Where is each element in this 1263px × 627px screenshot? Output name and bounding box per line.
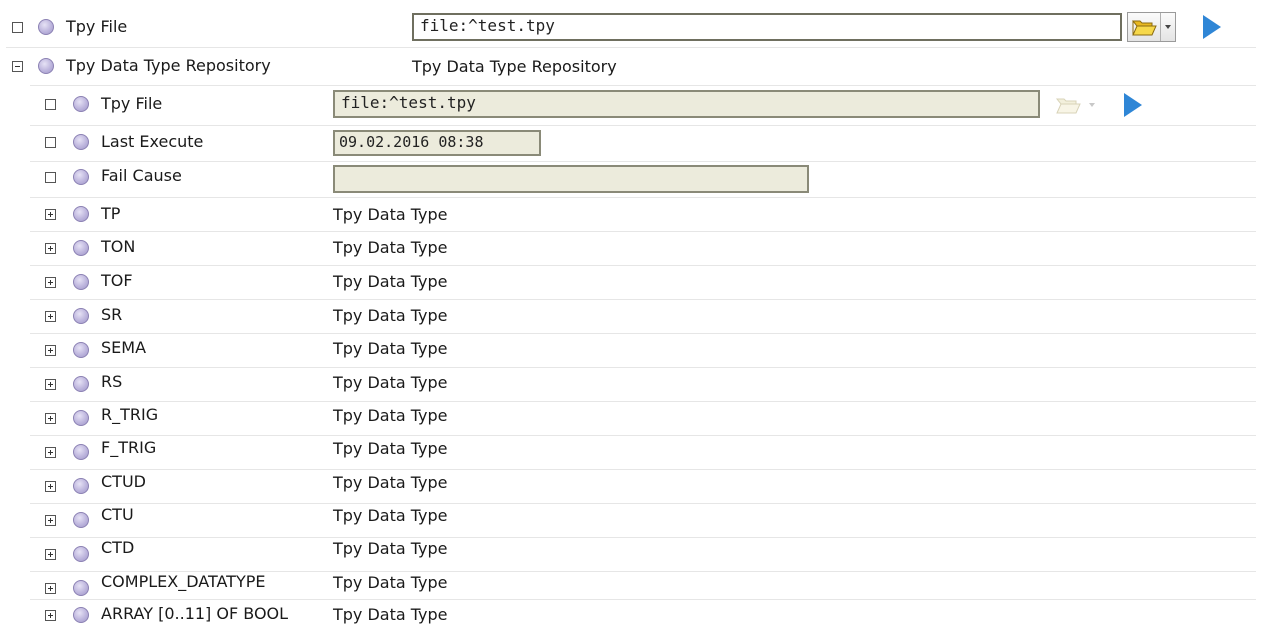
list-item: CTUD Tpy Data Type: [0, 470, 1263, 503]
property-bullet-icon: [73, 478, 89, 494]
repository-row: Tpy Data Type Repository Tpy Data Type R…: [0, 48, 1263, 84]
type-value: Tpy Data Type: [333, 272, 448, 291]
property-bullet-icon: [73, 134, 89, 150]
checkbox[interactable]: [45, 172, 56, 183]
repo-tpy-file-input: file:^test.tpy: [333, 90, 1040, 118]
type-value: Tpy Data Type: [333, 439, 448, 458]
list-item: SR Tpy Data Type: [0, 300, 1263, 333]
list-item: CTU Tpy Data Type: [0, 504, 1263, 537]
expand-toggle-icon[interactable]: [45, 481, 56, 492]
property-bullet-icon: [73, 240, 89, 256]
type-label: CTU: [101, 505, 134, 524]
type-label: COMPLEX_DATATYPE: [101, 572, 266, 591]
checkbox[interactable]: [12, 22, 23, 33]
property-bullet-icon: [73, 376, 89, 392]
chevron-down-icon: [1089, 103, 1095, 107]
type-label: TP: [101, 204, 121, 223]
expand-toggle-icon[interactable]: [45, 311, 56, 322]
property-bullet-icon: [73, 546, 89, 562]
property-bullet-icon: [73, 512, 89, 528]
tpy-file-label: Tpy File: [66, 17, 128, 36]
expand-toggle-icon[interactable]: [45, 583, 56, 594]
expand-toggle-icon[interactable]: [45, 447, 56, 458]
list-item: CTD Tpy Data Type: [0, 538, 1263, 571]
type-label: TON: [101, 237, 136, 256]
type-label: SEMA: [101, 338, 147, 357]
last-execute-label: Last Execute: [101, 132, 204, 151]
type-value: Tpy Data Type: [333, 205, 448, 224]
type-value: Tpy Data Type: [333, 506, 448, 525]
chevron-down-icon: [1165, 25, 1171, 29]
list-item: TP Tpy Data Type: [0, 198, 1263, 231]
type-value: Tpy Data Type: [333, 306, 448, 325]
folder-open-icon: [1052, 91, 1084, 123]
list-item: TON Tpy Data Type: [0, 232, 1263, 265]
property-bullet-icon: [73, 308, 89, 324]
type-value: Tpy Data Type: [333, 339, 448, 358]
type-label: ARRAY [0..11] OF BOOL: [101, 604, 289, 623]
last-execute-value: 09.02.2016 08:38: [333, 130, 541, 156]
repository-value: Tpy Data Type Repository: [412, 57, 617, 76]
list-item: TOF Tpy Data Type: [0, 266, 1263, 299]
type-value: Tpy Data Type: [333, 473, 448, 492]
property-bullet-icon: [73, 342, 89, 358]
property-bullet-icon: [73, 607, 89, 623]
fail-cause-value: [333, 165, 809, 193]
list-item: SEMA Tpy Data Type: [0, 334, 1263, 367]
property-bullet-icon: [38, 19, 54, 35]
property-bullet-icon: [73, 169, 89, 185]
property-bullet-icon: [73, 444, 89, 460]
fail-cause-label: Fail Cause: [101, 166, 182, 185]
property-bullet-icon: [73, 410, 89, 426]
type-value: Tpy Data Type: [333, 539, 448, 558]
play-icon[interactable]: [1124, 93, 1142, 117]
browse-file-button[interactable]: [1127, 12, 1176, 42]
list-item: F_TRIG Tpy Data Type: [0, 436, 1263, 469]
type-label: CTD: [101, 538, 135, 557]
list-item: R_TRIG Tpy Data Type: [0, 402, 1263, 435]
list-item: ARRAY [0..11] OF BOOL Tpy Data Type: [0, 600, 1263, 627]
repo-tpy-file-label: Tpy File: [101, 94, 163, 113]
checkbox[interactable]: [45, 137, 56, 148]
expand-toggle-icon[interactable]: [45, 413, 56, 424]
type-label: R_TRIG: [101, 405, 159, 424]
fail-cause-row: Fail Cause: [0, 162, 1263, 196]
type-label: RS: [101, 372, 123, 391]
checkbox[interactable]: [45, 99, 56, 110]
expand-toggle-icon[interactable]: [45, 209, 56, 220]
tpy-file-input[interactable]: file:^test.tpy: [412, 13, 1122, 41]
tpy-file-row: Tpy File file:^test.tpy: [0, 8, 1263, 46]
type-label: TOF: [101, 271, 133, 290]
expand-toggle-icon[interactable]: [45, 515, 56, 526]
property-bullet-icon: [73, 96, 89, 112]
property-bullet-icon: [73, 206, 89, 222]
last-execute-row: Last Execute 09.02.2016 08:38: [0, 126, 1263, 160]
type-value: Tpy Data Type: [333, 406, 448, 425]
type-value: Tpy Data Type: [333, 605, 448, 624]
property-bullet-icon: [73, 580, 89, 596]
browse-dropdown-button[interactable]: [1161, 13, 1175, 41]
property-bullet-icon: [73, 274, 89, 290]
repo-tpy-file-row: Tpy File file:^test.tpy: [0, 86, 1263, 124]
folder-open-icon[interactable]: [1128, 13, 1161, 41]
type-value: Tpy Data Type: [333, 373, 448, 392]
expand-toggle-icon[interactable]: [45, 610, 56, 621]
expand-toggle-icon[interactable]: [45, 345, 56, 356]
expand-toggle-icon[interactable]: [45, 277, 56, 288]
type-value: Tpy Data Type: [333, 573, 448, 592]
type-label: CTUD: [101, 472, 146, 491]
expand-toggle-icon[interactable]: [45, 243, 56, 254]
property-bullet-icon: [38, 58, 54, 74]
collapse-toggle-icon[interactable]: [12, 61, 23, 72]
play-icon[interactable]: [1203, 15, 1221, 39]
repository-label: Tpy Data Type Repository: [66, 56, 271, 75]
type-label: SR: [101, 305, 123, 324]
list-item: RS Tpy Data Type: [0, 368, 1263, 401]
expand-toggle-icon[interactable]: [45, 549, 56, 560]
type-label: F_TRIG: [101, 438, 157, 457]
type-value: Tpy Data Type: [333, 238, 448, 257]
expand-toggle-icon[interactable]: [45, 379, 56, 390]
